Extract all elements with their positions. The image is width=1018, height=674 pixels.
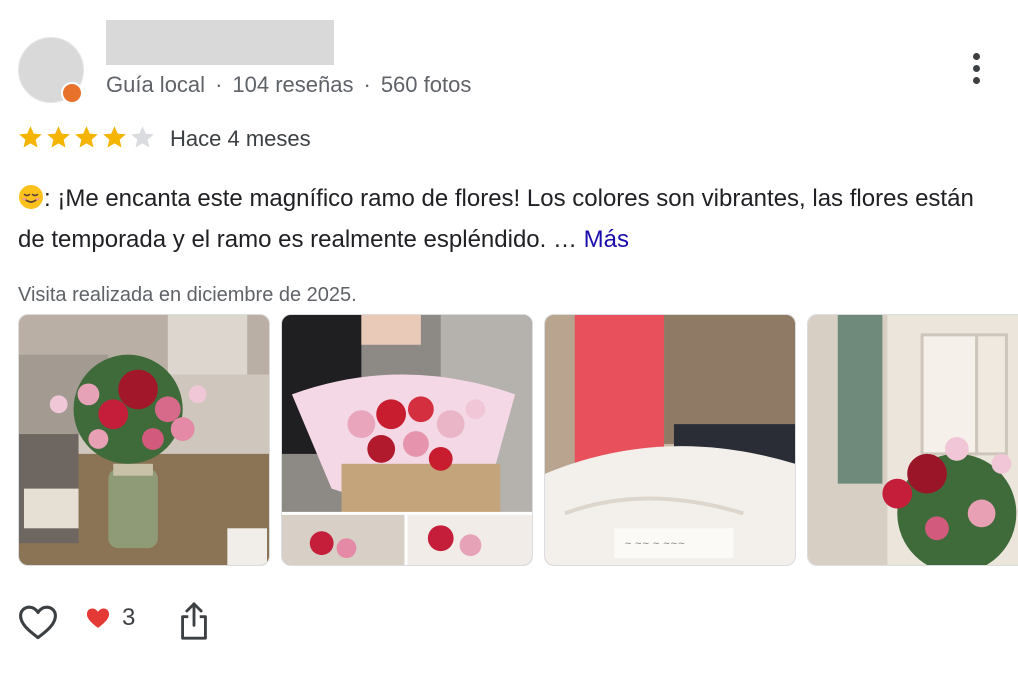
star-filled-icon [47,126,70,148]
star-filled-icon [103,126,126,148]
review-photo[interactable] [18,314,270,566]
reaction-summary[interactable]: 3 [84,604,135,632]
more-options-button[interactable] [958,48,994,88]
reviewer-meta: Guía local · 104 reseñas · 560 fotos [106,72,471,98]
review-body: : ¡Me encanta este magnífico ramo de flo… [18,185,974,253]
svg-text:~ ~~ ~ ~~~: ~ ~~ ~ ~~~ [624,539,685,549]
star-filled-icon [75,126,98,148]
review-photo[interactable]: ~ ~~ ~ ~~~ [544,314,796,566]
more-vertical-icon [972,52,980,60]
review-photo[interactable] [281,314,533,566]
bedroom-card-photo: ~ ~~ ~ ~~~ [545,315,795,565]
review-photo[interactable] [807,314,1018,566]
bouquet-hand-photo [282,315,532,565]
bouquet-vase-photo [19,315,269,565]
relieved-face-emoji-icon [19,185,43,209]
meta-separator: · [363,72,371,97]
review-count: 104 reseñas [232,72,354,97]
reviewer-name-redacted[interactable] [106,20,334,65]
photo-count: 560 fotos [380,72,472,97]
red-heart-icon [86,608,110,628]
heart-outline-icon[interactable] [16,600,60,644]
review-date: Hace 4 meses [170,126,311,151]
star-empty-icon [131,126,154,148]
share-icon[interactable] [176,601,212,641]
star-rating [17,124,156,151]
star-filled-icon [19,126,42,148]
reaction-count: 3 [122,604,136,631]
local-guide-badge-icon [61,82,83,104]
meta-separator: · [215,72,223,97]
local-guide-label: Guía local [106,72,206,97]
visit-date: Visita realizada en diciembre de 2025. [18,284,357,306]
bouquet-window-photo [808,315,1018,565]
photo-strip: ~ ~~ ~ ~~~ [18,314,1018,566]
more-link[interactable]: Más [584,226,629,253]
review-text: : ¡Me encanta este magnífico ramo de flo… [18,178,1003,260]
